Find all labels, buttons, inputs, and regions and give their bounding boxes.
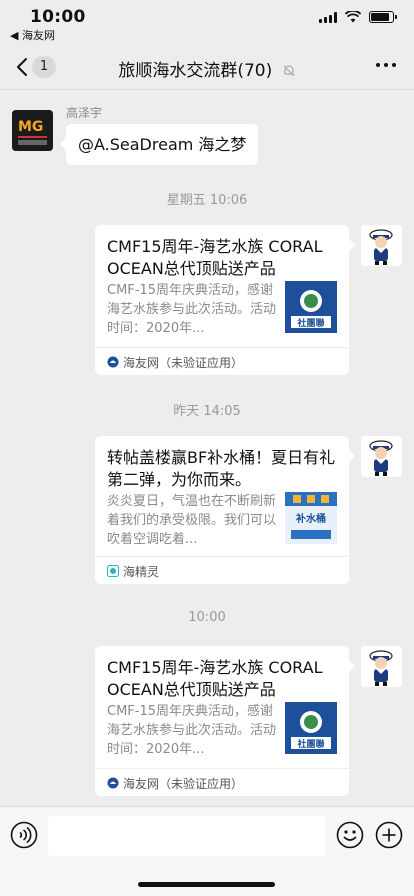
battery-icon bbox=[369, 11, 397, 23]
svg-text:MG: MG bbox=[18, 119, 43, 135]
sender-name: 高泽宇 bbox=[66, 106, 103, 120]
back-to-app-link[interactable]: ◀ 海友网 bbox=[10, 27, 55, 43]
svg-text:社團聯: 社團聯 bbox=[296, 738, 324, 750]
card-source-footer: 海精灵 bbox=[95, 556, 349, 584]
haiyou-app-icon bbox=[107, 356, 119, 368]
message-input[interactable] bbox=[48, 816, 326, 856]
haiyou-app-icon bbox=[107, 777, 119, 789]
avatar[interactable]: MG bbox=[12, 110, 53, 151]
card-description: 炎炎夏日，气温也在不断刷新着我们的承受极限。我们可以吹着空调吃着... bbox=[107, 494, 277, 547]
chat-title: 旅顺海水交流群(70) bbox=[118, 61, 273, 81]
card-title: CMF15周年-海艺水族 CORAL OCEAN总代顶贴送产品 bbox=[107, 658, 323, 699]
sailor-avatar-icon bbox=[361, 225, 402, 266]
card-source-label: 海友网（未验证应用） bbox=[123, 356, 244, 370]
card-thumbnail: 社團聯 bbox=[285, 702, 337, 754]
link-card[interactable]: 转帖盖楼赢BF补水桶！夏日有礼第二弹，为你而来。 炎炎夏日，气温也在不断刷新着我… bbox=[95, 436, 355, 584]
card-source-footer: 海友网（未验证应用） bbox=[95, 347, 349, 375]
card-thumbnail: 补水桶 bbox=[285, 492, 337, 544]
avatar[interactable] bbox=[361, 436, 402, 477]
chat-nav-bar: 1 旅顺海水交流群(70) bbox=[0, 44, 414, 90]
svg-text:补水桶: 补水桶 bbox=[295, 512, 326, 525]
status-icons bbox=[319, 11, 397, 23]
text-message-bubble[interactable]: @A.SeaDream 海之梦 bbox=[59, 124, 259, 165]
emoji-button[interactable] bbox=[336, 821, 364, 853]
svg-text:社團聯: 社團聯 bbox=[296, 317, 324, 329]
chat-title-wrap: 旅顺海水交流群(70) bbox=[0, 56, 414, 81]
mute-bell-icon bbox=[283, 65, 295, 77]
message-timestamp: 昨天 14:05 bbox=[173, 404, 241, 419]
card-description: CMF-15周年庆典活动，感谢海艺水族参与此次活动。活动时间：2020年... bbox=[107, 283, 277, 336]
card-title: CMF15周年-海艺水族 CORAL OCEAN总代顶贴送产品 bbox=[107, 237, 323, 278]
card-source-label: 海精灵 bbox=[123, 565, 160, 579]
avatar[interactable] bbox=[361, 225, 402, 266]
chat-message-list[interactable]: MG 高泽宇 @A.SeaDream 海之梦 星期五 10:06 CMF15周年… bbox=[0, 90, 414, 806]
message-timestamp: 星期五 10:06 bbox=[166, 193, 248, 208]
voice-icon bbox=[10, 821, 38, 849]
card-thumbnail: 社團聯 bbox=[285, 281, 337, 333]
sailor-avatar-icon bbox=[361, 436, 402, 477]
status-time: 10:00 bbox=[30, 7, 86, 27]
wifi-icon bbox=[345, 11, 361, 23]
sailor-avatar-icon bbox=[361, 646, 402, 687]
card-source-label: 海友网（未验证应用） bbox=[123, 777, 244, 791]
haijingling-app-icon bbox=[107, 565, 119, 577]
plus-icon bbox=[375, 821, 403, 849]
more-functions-button[interactable] bbox=[375, 821, 403, 853]
signal-icon bbox=[319, 11, 337, 23]
message-timestamp: 10:00 bbox=[188, 610, 226, 625]
home-indicator[interactable] bbox=[138, 882, 275, 887]
link-card[interactable]: CMF15周年-海艺水族 CORAL OCEAN总代顶贴送产品 CMF-15周年… bbox=[95, 225, 355, 375]
link-card[interactable]: CMF15周年-海艺水族 CORAL OCEAN总代顶贴送产品 CMF-15周年… bbox=[95, 646, 355, 796]
card-description: CMF-15周年庆典活动，感谢海艺水族参与此次活动。活动时间：2020年... bbox=[107, 704, 277, 757]
more-dots-icon[interactable] bbox=[376, 63, 396, 67]
avatar[interactable] bbox=[361, 646, 402, 687]
emoji-icon bbox=[336, 821, 364, 849]
card-source-footer: 海友网（未验证应用） bbox=[95, 768, 349, 796]
status-bar: 10:00 ◀ 海友网 bbox=[0, 0, 414, 44]
card-title: 转帖盖楼赢BF补水桶！夏日有礼第二弹，为你而来。 bbox=[107, 448, 336, 489]
voice-button[interactable] bbox=[10, 821, 38, 853]
